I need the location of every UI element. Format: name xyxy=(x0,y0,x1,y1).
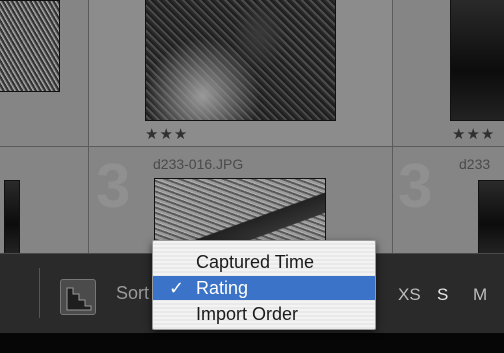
star-rating[interactable]: ★★★ xyxy=(452,127,495,142)
sort-direction-icon xyxy=(66,287,92,311)
grid-divider xyxy=(0,146,504,147)
photo-thumbnail[interactable] xyxy=(145,0,336,121)
photo-thumbnail[interactable] xyxy=(0,0,60,92)
photo-grid: 3 3 ★★★ ★★★ d233-016.JPG d233 xyxy=(0,0,504,253)
sort-label[interactable]: Sort xyxy=(116,284,149,302)
star-rating[interactable]: ★★★ xyxy=(145,127,188,142)
photo-filename: d233-016.JPG xyxy=(153,156,244,172)
menu-item-rating[interactable]: ✓ Rating xyxy=(153,276,375,300)
app-window: 3 3 ★★★ ★★★ d233-016.JPG d233 Sort XS S … xyxy=(0,0,504,353)
photo-filename: d233 xyxy=(459,156,491,172)
cell-index-number: 3 xyxy=(96,152,131,221)
toolbar-divider xyxy=(39,268,40,318)
menu-item-label: Captured Time xyxy=(196,252,315,272)
menu-item-captured-time[interactable]: Captured Time xyxy=(153,250,375,274)
sort-menu: Captured Time ✓ Rating Import Order xyxy=(152,240,376,330)
grid-divider xyxy=(392,0,393,253)
cell-index-number: 3 xyxy=(398,152,433,221)
sort-direction-button[interactable] xyxy=(60,279,96,315)
filmstrip-edge xyxy=(0,333,504,353)
photo-thumbnail[interactable] xyxy=(478,180,504,253)
checkmark-icon: ✓ xyxy=(169,278,185,298)
grid-divider xyxy=(88,0,89,253)
photo-thumbnail[interactable] xyxy=(450,0,504,121)
thumbnail-size-s[interactable]: S xyxy=(437,286,448,303)
menu-item-label: Import Order xyxy=(196,304,299,324)
photo-thumbnail[interactable] xyxy=(4,180,20,253)
thumbnail-size-m[interactable]: M xyxy=(473,286,487,303)
thumbnail-size-xs[interactable]: XS xyxy=(398,286,421,303)
menu-item-label: Rating xyxy=(196,278,249,298)
menu-item-import-order[interactable]: Import Order xyxy=(153,302,375,326)
